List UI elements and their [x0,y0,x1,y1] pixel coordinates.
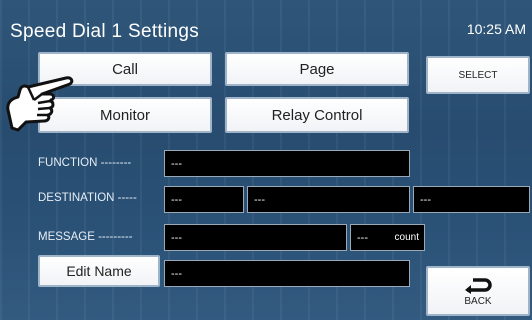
destination-value-1: --- [171,193,182,206]
function-value: --- [171,157,182,170]
message-count-value: --- [357,231,368,244]
message-field[interactable]: --- [164,224,347,251]
clock-time: 10:25 AM [466,21,526,37]
back-label: BACK [464,295,492,307]
name-value: --- [171,267,182,280]
destination-field-2[interactable]: --- [247,186,410,213]
page-button[interactable]: Page [225,52,409,86]
message-value: --- [171,231,182,244]
message-label: MESSAGE --------- [38,231,133,243]
destination-field-3[interactable]: --- [413,186,530,213]
destination-label: DESTINATION ----- [38,192,137,204]
message-count-field: --- count [350,224,425,251]
settings-screen: Speed Dial 1 Settings 10:25 AM Call Page… [0,0,532,320]
relay-control-button[interactable]: Relay Control [225,97,409,133]
name-field[interactable]: --- [164,260,410,287]
return-arrow-icon [465,277,492,294]
edit-name-button[interactable]: Edit Name [38,255,160,287]
function-field[interactable]: --- [164,150,410,177]
message-count-label: count [394,232,419,243]
pointing-hand-icon [6,76,74,132]
back-button[interactable]: BACK [426,266,530,316]
destination-value-2: --- [254,193,265,206]
destination-value-3: --- [420,193,431,206]
page-title: Speed Dial 1 Settings [10,21,200,42]
function-label: FUNCTION -------- [38,157,132,169]
select-button[interactable]: SELECT [426,56,530,94]
destination-field-1[interactable]: --- [164,186,244,213]
